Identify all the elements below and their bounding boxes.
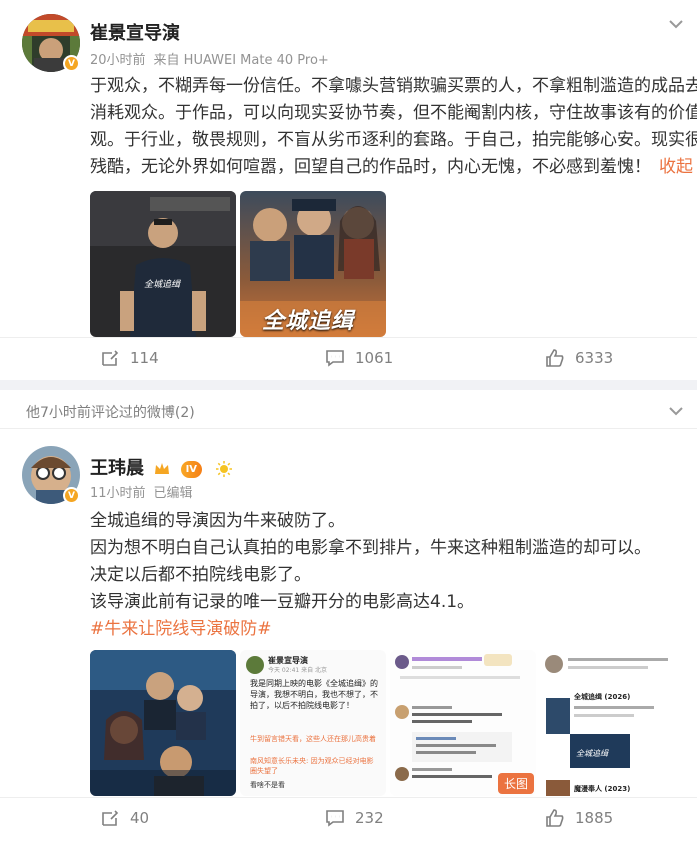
comment-button[interactable]: 232	[325, 808, 384, 828]
repost-icon	[102, 350, 119, 366]
username[interactable]: 王玮晨	[90, 458, 144, 479]
post-source: 来自 HUAWEI Mate 40 Pro+	[153, 53, 329, 68]
listing-title-1: 全城追缉 (2026)	[574, 693, 631, 701]
sun-icon	[216, 461, 233, 477]
shirt-caption: 全城追缉	[144, 280, 181, 290]
fold-link[interactable]: 收起	[659, 157, 693, 177]
text-line: 该导演此前有记录的唯一豆瓣开分的电影高达4.1。	[90, 592, 475, 612]
like-button[interactable]: 6333	[545, 348, 613, 368]
long-image-badge: 长图	[497, 773, 534, 794]
edited-label[interactable]: 已编辑	[154, 486, 193, 501]
post-time[interactable]: 11小时前	[90, 486, 146, 501]
thumbs-up-icon	[546, 809, 564, 827]
repost-icon	[102, 810, 119, 826]
like-count: 1885	[575, 809, 614, 827]
post-card-2: 他7小时前评论过的微博(2) V 王玮晨 IV 11小时前 已编辑 全城追缉的导演…	[0, 390, 697, 845]
text-line: 于观众，不糊弄每一份信任。不拿噱头营销欺骗买票的人，不拿粗制滥造的成品去	[90, 76, 697, 96]
divider	[0, 797, 697, 798]
repost-button[interactable]: 40	[100, 808, 149, 828]
text-line: 决定以后都不拍院线电影了。	[90, 565, 311, 585]
text-line: 观。于行业，敬畏规则，不盲从劣币逐利的套路。于自己，拍完能够心安。现实很	[90, 130, 697, 150]
text-line: 消耗观众。于作品，可以向现实妥协节奏，但不能阉割内核，守住故事该有的价值	[90, 103, 697, 123]
listing-title-2: 魔漫奉人 (2023)	[574, 785, 631, 793]
comment-count: 1061	[355, 349, 394, 367]
thumbs-up-icon	[546, 349, 564, 367]
divider	[0, 428, 697, 429]
chevron-down-icon[interactable]	[665, 400, 687, 422]
repost-count: 40	[130, 809, 150, 827]
post-meta: 20小时前 来自 HUAWEI Mate 40 Pro+	[90, 49, 337, 68]
username[interactable]: 崔景宣导演	[90, 19, 180, 45]
comment-count: 232	[355, 809, 384, 827]
divider	[0, 337, 697, 338]
post-card-1: V 崔景宣导演 20小时前 来自 HUAWEI Mate 40 Pro+ 于观众，…	[0, 0, 697, 380]
comment-icon	[326, 810, 344, 827]
post-image-director[interactable]: 全城追缉	[90, 191, 236, 337]
username-row: 王玮晨 IV	[90, 454, 233, 480]
thumb-comment-2: 南风知意长乐未央: 因为观众已经对电影圈失望了	[250, 757, 374, 775]
like-button[interactable]: 1885	[545, 808, 613, 828]
level-badge: IV	[180, 460, 203, 478]
thumb-comment-3: 看啥不是看	[250, 781, 285, 789]
comment-button[interactable]: 1061	[325, 348, 393, 368]
poster-title: 全城追缉	[262, 308, 355, 334]
commented-header[interactable]: 他7小时前评论过的微博(2)	[26, 402, 195, 422]
repost-count: 114	[130, 349, 159, 367]
crown-icon	[155, 463, 170, 474]
text-line: 残酷，无论外界如何喧嚣，回望自己的作品时，内心无愧，不必感到羞愧！ 收起	[90, 157, 693, 177]
repost-button[interactable]: 114	[100, 348, 159, 368]
post-image-screenshot[interactable]: 崔景宣导演 今天 02:41 来自 北京 我是同期上映的电影《全城追缉》的导演，…	[240, 650, 386, 796]
post-image-poster[interactable]: 全城追缉	[240, 191, 386, 337]
post-text: 于观众，不糊弄每一份信任。不拿噱头营销欺骗买票的人，不拿粗制滥造的成品去 消耗观…	[90, 73, 697, 181]
comment-icon	[326, 350, 344, 367]
thumb-comment-1: 牛到留言错天看，这些人还在那儿高贵着	[250, 735, 376, 743]
chevron-down-icon[interactable]	[665, 13, 687, 35]
text-line: 因为想不明白自己认真拍的电影拿不到排片，牛来这种粗制滥造的却可以。	[90, 538, 651, 558]
hashtag-link[interactable]: #牛来让院线导演破防#	[90, 616, 680, 643]
verified-badge-icon: V	[63, 55, 80, 72]
text-line: 全城追缉的导演因为牛来破防了。	[90, 511, 345, 531]
thumb-text: 我是同期上映的电影《全城追缉》的导演，我想不明白，我也不想了，不拍了，以后不拍院…	[250, 679, 378, 710]
like-count: 6333	[575, 349, 614, 367]
listing-poster-text: 全城追缉	[576, 749, 608, 758]
post-image-comments[interactable]: 长图	[390, 650, 536, 796]
post-image-poster[interactable]	[90, 650, 236, 796]
post-text: 全城追缉的导演因为牛来破防了。 因为想不明白自己认真拍的电影拿不到排片，牛来这种…	[90, 508, 680, 643]
post-image-listing[interactable]: 全城追缉 (2026) 全城追缉 魔漫奉人 (2023)	[540, 650, 686, 796]
post-time[interactable]: 20小时前	[90, 53, 146, 68]
verified-badge-icon: V	[63, 487, 80, 504]
post-meta: 11小时前 已编辑	[90, 482, 201, 501]
thumb-time: 今天 02:41 来自 北京	[268, 667, 328, 674]
